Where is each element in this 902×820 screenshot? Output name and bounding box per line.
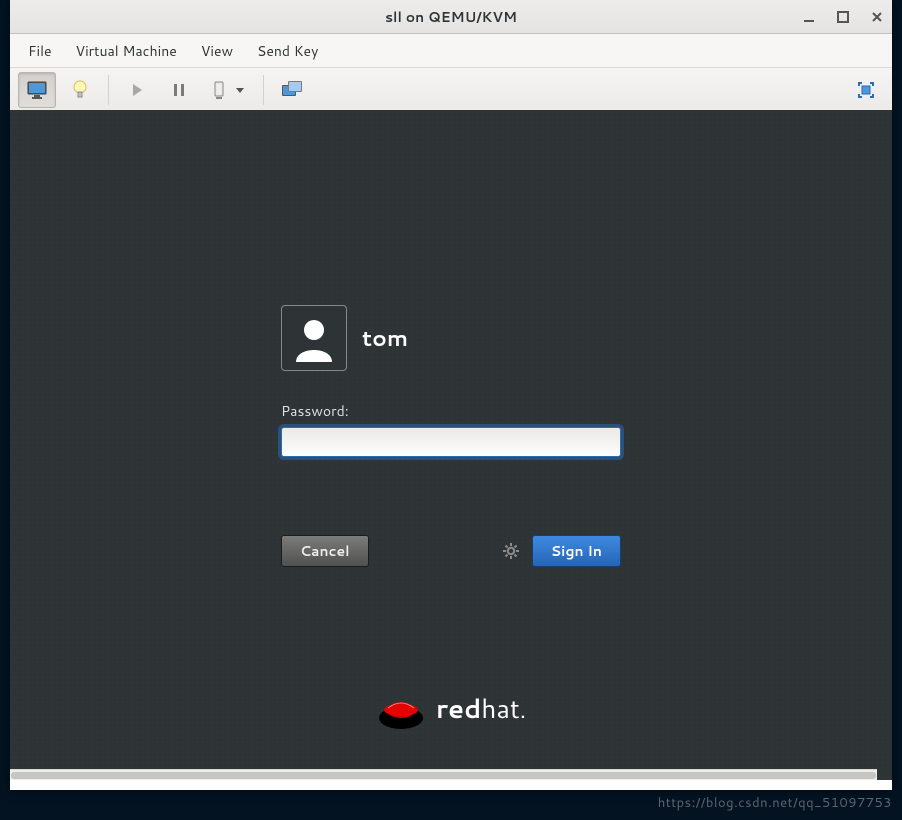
titlebar: sll on QEMU/KVM xyxy=(10,0,892,34)
pause-icon xyxy=(171,82,187,98)
toolbar-separator xyxy=(108,75,109,105)
play-icon xyxy=(129,82,145,98)
session-options-button[interactable] xyxy=(502,542,520,560)
watermark-text: https://blog.csdn.net/qq_51097753 xyxy=(658,794,892,812)
menu-view[interactable]: View xyxy=(189,34,245,67)
branding-bold: red xyxy=(436,691,481,727)
console-view-button[interactable] xyxy=(18,72,56,108)
window-title: sll on QEMU/KVM xyxy=(10,0,892,33)
fullscreen-button[interactable] xyxy=(848,73,884,107)
sign-in-button[interactable]: Sign In xyxy=(532,535,621,567)
close-button[interactable] xyxy=(870,10,884,24)
minimize-button[interactable] xyxy=(802,10,816,24)
run-button[interactable] xyxy=(119,73,155,107)
monitor-icon xyxy=(26,80,48,100)
gear-icon xyxy=(502,542,520,560)
menubar: File Virtual Machine View Send Key xyxy=(10,34,892,68)
branding-light: hat xyxy=(481,691,520,727)
maximize-button[interactable] xyxy=(836,10,850,24)
lightbulb-icon xyxy=(70,79,90,101)
user-icon xyxy=(290,314,338,362)
snapshots-button[interactable] xyxy=(274,73,310,107)
cancel-button[interactable]: Cancel xyxy=(281,535,369,567)
scrollbar-thumb[interactable] xyxy=(11,772,876,779)
username-label: tom xyxy=(362,323,408,354)
shutdown-button[interactable] xyxy=(203,73,253,107)
menu-virtual-machine[interactable]: Virtual Machine xyxy=(64,34,189,67)
redhat-logo-icon xyxy=(376,688,426,730)
redhat-branding: redhat. xyxy=(376,688,526,730)
toolbar xyxy=(10,68,892,113)
toolbar-separator xyxy=(263,75,264,105)
menu-file[interactable]: File xyxy=(16,34,64,67)
chevron-down-icon xyxy=(234,84,246,96)
fullscreen-icon xyxy=(856,80,876,100)
menu-send-key[interactable]: Send Key xyxy=(245,34,330,67)
avatar xyxy=(281,305,347,371)
details-view-button[interactable] xyxy=(62,73,98,107)
guest-display[interactable]: tom Password: Cancel xyxy=(10,110,892,780)
login-panel: tom Password: Cancel xyxy=(281,305,621,567)
branding-text: redhat. xyxy=(436,691,526,727)
snapshot-icon xyxy=(281,80,303,100)
vm-viewer-window: sll on QEMU/KVM File Virtual Machine Vie… xyxy=(10,0,892,790)
horizontal-scrollbar[interactable] xyxy=(10,769,877,780)
password-label: Password: xyxy=(281,401,621,421)
password-input[interactable] xyxy=(281,427,621,457)
pause-button[interactable] xyxy=(161,73,197,107)
power-icon xyxy=(210,80,228,100)
branding-suffix: . xyxy=(520,695,526,726)
